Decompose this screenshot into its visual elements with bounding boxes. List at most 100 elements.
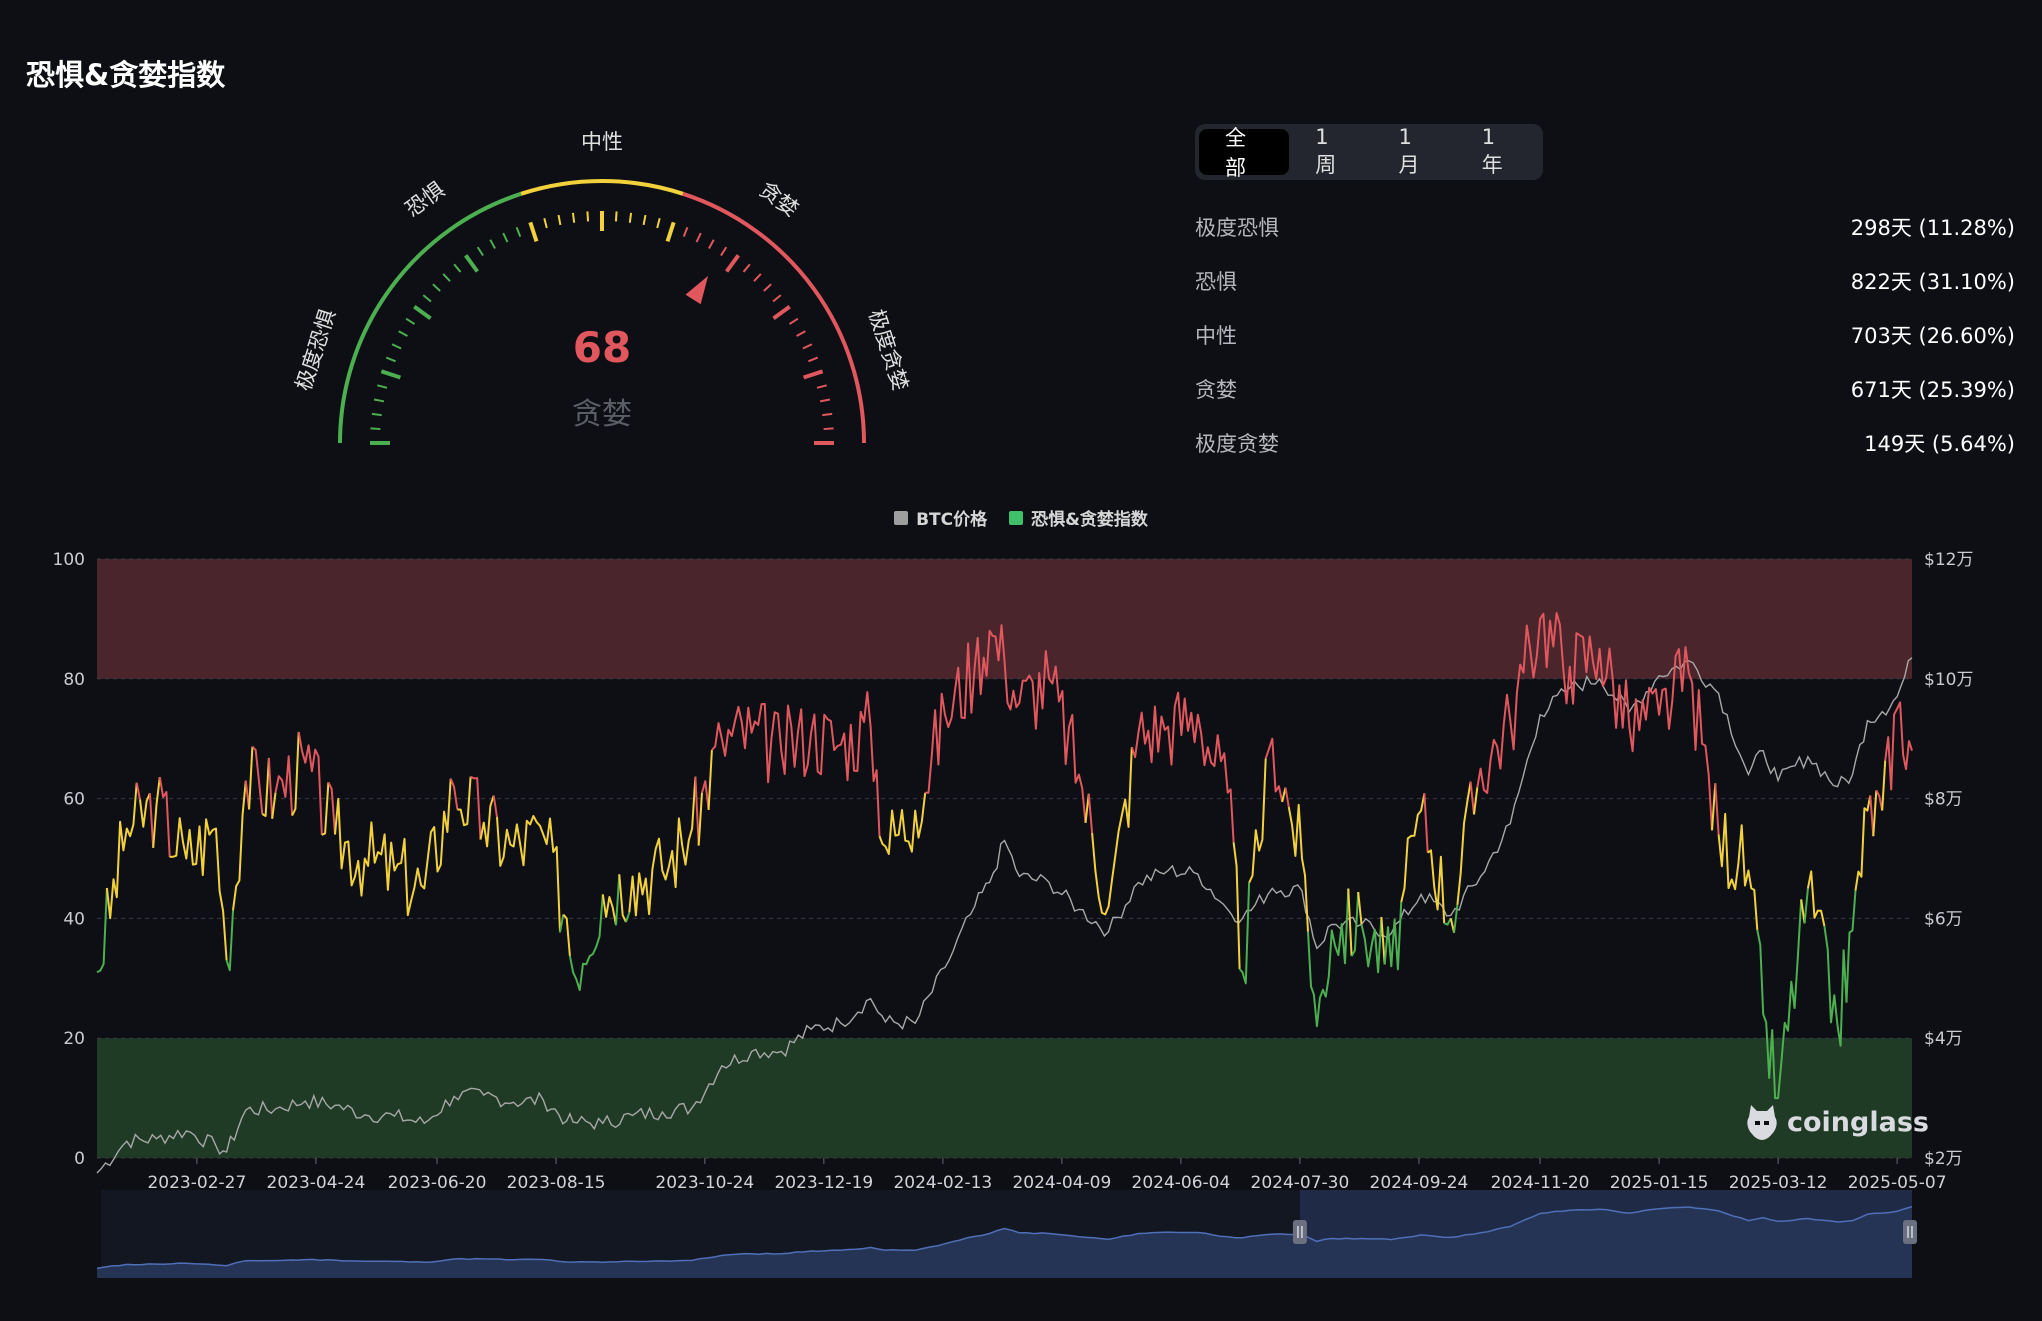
fear-greed-line-segment — [1350, 891, 1360, 957]
gauge-zone-label: 贪婪 — [755, 177, 803, 221]
y-left-tick-label: 40 — [63, 909, 85, 929]
gauge-tick — [819, 398, 831, 403]
gauge-tick — [385, 356, 396, 363]
gauge-tick — [398, 330, 408, 337]
fear-greed-line-segment — [628, 776, 697, 917]
stat-label: 极度恐惧 — [1195, 216, 1279, 240]
tab-1-week[interactable]: 1周 — [1289, 125, 1372, 177]
fear-greed-line-segment — [711, 691, 881, 837]
fear-greed-line-segment — [625, 912, 631, 923]
fear-greed-line-segment — [1717, 812, 1759, 930]
fear-greed-line-segment — [1130, 691, 1235, 843]
coinglass-logo: coinglass — [1745, 1103, 1929, 1141]
page-title: 恐惧&贪婪指数 — [26, 58, 226, 92]
fear-greed-line-segment — [615, 874, 621, 926]
stat-label: 极度贪婪 — [1195, 432, 1279, 456]
gauge-tick — [803, 369, 824, 380]
fear-greed-line-segment — [1884, 701, 1913, 791]
stat-row-neutral: 中性 703天 (26.60%) — [1195, 308, 2015, 362]
stat-value: 703天 (26.60%) — [1850, 324, 2015, 348]
fear-greed-line-segment — [1380, 916, 1386, 965]
gauge-tick — [413, 305, 432, 321]
fear-greed-line-segment — [1383, 902, 1403, 971]
gauge-tick — [753, 273, 762, 282]
fear-greed-line-segment — [1427, 849, 1446, 924]
fear-greed-line-segment — [1473, 787, 1479, 815]
fear-greed-line-segment — [694, 776, 700, 846]
gauge-tick — [656, 218, 661, 229]
y-left-tick-label: 60 — [63, 790, 85, 810]
navigator-handle-left[interactable] — [1292, 1220, 1307, 1244]
fear-greed-line-segment — [496, 815, 561, 933]
gauge-tick — [682, 226, 689, 237]
gauge-tick — [720, 246, 728, 257]
y-left-tick-label: 100 — [53, 550, 85, 570]
stat-row-extreme-fear: 极度恐惧 298天 (11.28%) — [1195, 200, 2015, 254]
gauge-tick — [808, 356, 819, 363]
stat-value: 298天 (11.28%) — [1850, 216, 2015, 240]
fear-greed-line-segment — [297, 731, 323, 835]
gauge-tick — [642, 214, 647, 226]
fear-greed-line-segment — [701, 780, 710, 811]
fear-greed-line-segment — [321, 782, 330, 836]
fear-greed-line-segment — [568, 894, 604, 992]
gauge-tick — [391, 343, 402, 350]
fear-greed-line-segment — [267, 757, 274, 819]
gauge-ticks — [370, 211, 834, 445]
fear-greed-line-segment — [601, 894, 617, 926]
legend-item-btc-price[interactable]: BTC价格 — [894, 505, 987, 530]
fear-greed-line-segment — [1238, 882, 1251, 985]
gauge-tick — [816, 384, 827, 389]
gauge-tick — [515, 226, 522, 237]
coinglass-logo-icon — [1747, 1105, 1777, 1140]
tab-1-year[interactable]: 1年 — [1456, 125, 1539, 177]
gauge-value: 68 — [573, 323, 631, 372]
y-left-tick-label: 0 — [74, 1149, 85, 1169]
gauge-tick — [695, 232, 702, 243]
y-right-tick-label: $8万 — [1924, 790, 1963, 810]
stat-value: 671天 (25.39%) — [1850, 378, 2015, 402]
fear-greed-line-segment — [562, 913, 571, 956]
tab-all[interactable]: 全部 — [1199, 126, 1290, 180]
gauge-tick — [422, 294, 432, 303]
y-right-tick-label: $4万 — [1924, 1029, 1963, 1049]
fear-greed-chart: 020406080100$2万$4万$6万$8万$10万$12万2023-02-… — [53, 550, 1973, 1278]
gauge-pointer-icon — [685, 275, 709, 305]
fear-greed-line-segment — [271, 792, 277, 819]
fear-greed-line-segment — [707, 749, 713, 810]
gauge-tick — [796, 330, 806, 337]
y-right-tick-label: $2万 — [1924, 1149, 1963, 1169]
fear-greed-line-segment — [1469, 781, 1475, 815]
fear-greed-line-segment — [148, 793, 155, 848]
logo-text: coinglass — [1787, 1106, 1929, 1138]
fear-greed-line-segment — [1307, 888, 1350, 1028]
gauge-arc-segment — [682, 191, 866, 444]
legend-item-fear-greed-index[interactable]: 恐惧&贪婪指数 — [1009, 505, 1148, 530]
gauge-tick — [772, 294, 782, 303]
stat-row-extreme-greed: 极度贪婪 149天 (5.64%) — [1195, 416, 2015, 470]
fear-greed-line-segment — [492, 795, 498, 818]
fear-greed-line-segment — [1357, 891, 1363, 925]
gauge-tick — [373, 398, 385, 403]
fear-greed-line-segment — [135, 782, 141, 800]
stat-value: 149天 (5.64%) — [1864, 432, 2015, 456]
gauge-tick — [586, 211, 590, 222]
fear-greed-line-segment — [274, 755, 294, 816]
y-right-tick-label: $12万 — [1924, 550, 1973, 570]
fear-greed-line-segment — [158, 776, 171, 857]
gauge-tick — [823, 427, 834, 431]
fear-greed-line-segment — [152, 776, 161, 848]
fear-greed-line-segment — [327, 781, 336, 835]
fear-greed-line-segment — [1400, 793, 1426, 903]
tab-1-month[interactable]: 1月 — [1372, 125, 1455, 177]
gauge-tick — [432, 283, 441, 292]
stat-label: 贪婪 — [1195, 378, 1237, 402]
fear-greed-line-segment — [1806, 870, 1826, 927]
fear-greed-line-segment — [1823, 890, 1857, 1047]
legend-label: BTC价格 — [916, 510, 988, 530]
navigator-handle-right[interactable] — [1903, 1220, 1917, 1244]
legend-swatch-btc — [894, 510, 909, 525]
stat-label: 中性 — [1195, 324, 1237, 348]
y-left-tick-label: 20 — [63, 1029, 85, 1049]
gauge-tick — [476, 246, 484, 257]
